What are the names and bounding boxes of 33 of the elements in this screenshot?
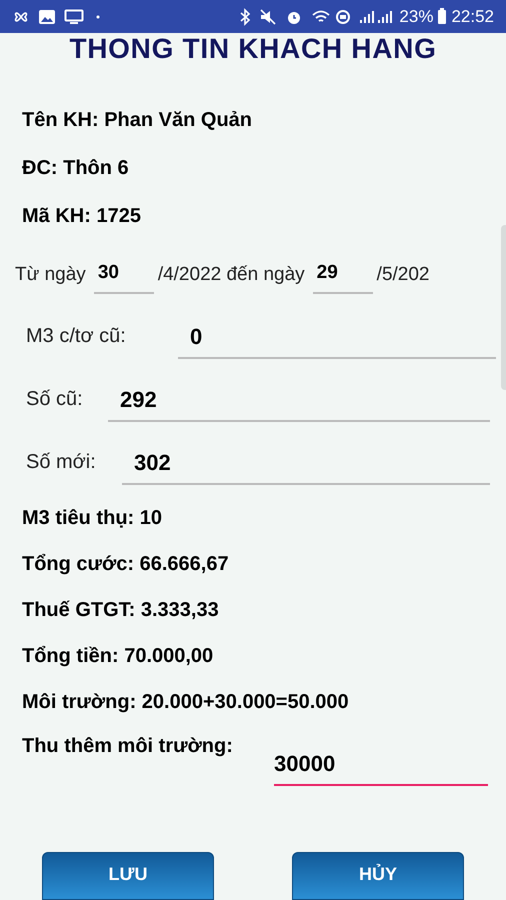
input-field[interactable]: 30000 — [274, 742, 488, 786]
input-field[interactable]: 292 — [108, 378, 490, 422]
day-field[interactable]: 29 — [312, 255, 373, 294]
image-icon — [38, 8, 56, 24]
save-button[interactable]: LƯU — [42, 852, 214, 900]
total-text: Tổng cước: 66.666,67 — [21, 552, 230, 576]
info-text: Mã KH: 1725 — [21, 204, 142, 229]
field-label: Số mới: — [26, 450, 97, 474]
total-text: Tổng tiền: 70.000,00 — [21, 644, 214, 668]
dot-icon — [96, 14, 100, 18]
bluetooth-icon — [239, 8, 252, 26]
total-text: M3 tiêu thụ: 10 — [21, 506, 164, 530]
battery-icon — [437, 8, 448, 25]
day-field[interactable]: 30 — [94, 255, 154, 294]
total-text: Thuế GTGT: 3.333,33 — [21, 598, 220, 622]
field-label: Thu thêm môi trường: — [22, 734, 234, 758]
input-field[interactable]: 302 — [122, 442, 490, 484]
clock: 22:52 — [451, 6, 494, 28]
date-label: Từ ngày — [15, 263, 86, 287]
page-title: THONG TIN KHACH HANG — [69, 33, 437, 65]
info-text: ĐC: Thôn 6 — [21, 156, 130, 181]
field-label: Số cũ: — [26, 386, 84, 412]
wifi-icon — [311, 8, 332, 24]
field-label: M3 c/tơ cũ: — [26, 324, 127, 348]
monitor-icon — [64, 8, 84, 24]
info-text: Tên KH: Phan Văn Quản — [21, 108, 254, 133]
date-text: /4/2022 đến ngày — [158, 263, 305, 287]
total-text: Môi trường: 20.000+30.000=50.000 — [21, 690, 350, 714]
battery-percent: 23% — [399, 6, 434, 28]
date-text: /5/202 — [376, 263, 430, 287]
mute-icon — [259, 8, 278, 26]
input-field[interactable]: 0 — [178, 316, 496, 358]
cancel-button[interactable]: HỦY — [292, 852, 464, 900]
